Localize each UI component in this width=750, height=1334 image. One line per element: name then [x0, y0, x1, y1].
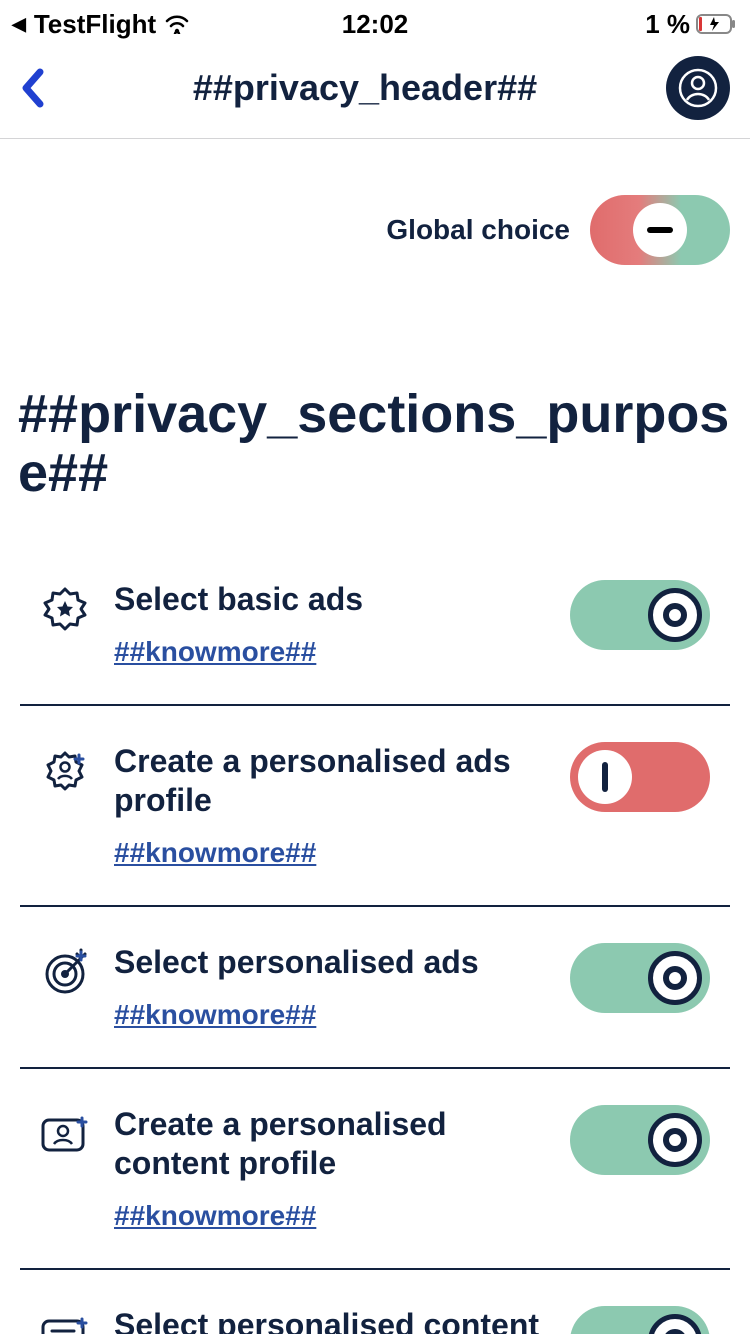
profile-button[interactable]	[666, 56, 730, 120]
status-time: 12:02	[342, 9, 409, 40]
purpose-row-personalised-content: Select personalised content ##knowmore##	[20, 1270, 730, 1334]
purpose-row-content-profile: Create a personalised content profile ##…	[20, 1069, 730, 1270]
page-title: ##privacy_header##	[64, 67, 666, 109]
purpose-text: Create a personalised content profile ##…	[114, 1105, 546, 1232]
toggle-knob	[648, 1113, 702, 1167]
purpose-toggle-personalised-content[interactable]	[570, 1306, 710, 1334]
card-check-icon	[40, 1310, 90, 1334]
wifi-icon	[164, 14, 190, 34]
status-left: ◀ TestFlight	[12, 9, 190, 40]
purpose-row-ads-profile: Create a personalised ads profile ##know…	[20, 706, 730, 907]
status-right: 1 %	[645, 9, 738, 40]
purpose-row-basic-ads: Select basic ads ##knowmore##	[20, 544, 730, 706]
purpose-text: Select personalised ads ##knowmore##	[114, 943, 546, 1031]
toggle-knob	[578, 750, 632, 804]
know-more-link[interactable]: ##knowmore##	[114, 1200, 546, 1232]
toggle-knob	[648, 951, 702, 1005]
status-bar: ◀ TestFlight 12:02 1 %	[0, 0, 750, 44]
status-battery-text: 1 %	[645, 9, 690, 40]
purpose-toggle-personalised-ads[interactable]	[570, 943, 710, 1013]
star-badge-icon	[40, 584, 90, 634]
purpose-text: Create a personalised ads profile ##know…	[114, 742, 546, 869]
gear-person-plus-icon	[40, 746, 90, 796]
global-choice-label: Global choice	[386, 214, 570, 246]
purpose-row-personalised-ads: Select personalised ads ##knowmore##	[20, 907, 730, 1069]
purpose-title: Select basic ads	[114, 580, 546, 618]
purpose-title: Create a personalised content profile	[114, 1105, 546, 1182]
card-person-plus-icon	[40, 1109, 90, 1159]
purpose-toggle-basic-ads[interactable]	[570, 580, 710, 650]
back-triangle-icon[interactable]: ◀	[12, 14, 26, 35]
global-choice-toggle[interactable]	[590, 195, 730, 265]
target-icon	[40, 947, 90, 997]
back-button[interactable]	[20, 66, 64, 110]
know-more-link[interactable]: ##knowmore##	[114, 837, 546, 869]
toggle-knob	[633, 203, 687, 257]
purpose-title: Select personalised content	[114, 1306, 546, 1334]
purpose-toggle-content-profile[interactable]	[570, 1105, 710, 1175]
know-more-link[interactable]: ##knowmore##	[114, 999, 546, 1031]
section-heading: ##privacy_sections_purpose##	[0, 285, 750, 544]
battery-icon	[696, 13, 738, 35]
know-more-link[interactable]: ##knowmore##	[114, 636, 546, 668]
nav-header: ##privacy_header##	[0, 44, 750, 139]
purpose-title: Select personalised ads	[114, 943, 546, 981]
toggle-knob	[648, 1314, 702, 1334]
purpose-toggle-ads-profile[interactable]	[570, 742, 710, 812]
toggle-knob	[648, 588, 702, 642]
status-back-app[interactable]: TestFlight	[34, 9, 156, 40]
purpose-text: Select basic ads ##knowmore##	[114, 580, 546, 668]
purpose-text: Select personalised content ##knowmore##	[114, 1306, 546, 1334]
purpose-title: Create a personalised ads profile	[114, 742, 546, 819]
global-choice-row: Global choice	[0, 139, 750, 285]
